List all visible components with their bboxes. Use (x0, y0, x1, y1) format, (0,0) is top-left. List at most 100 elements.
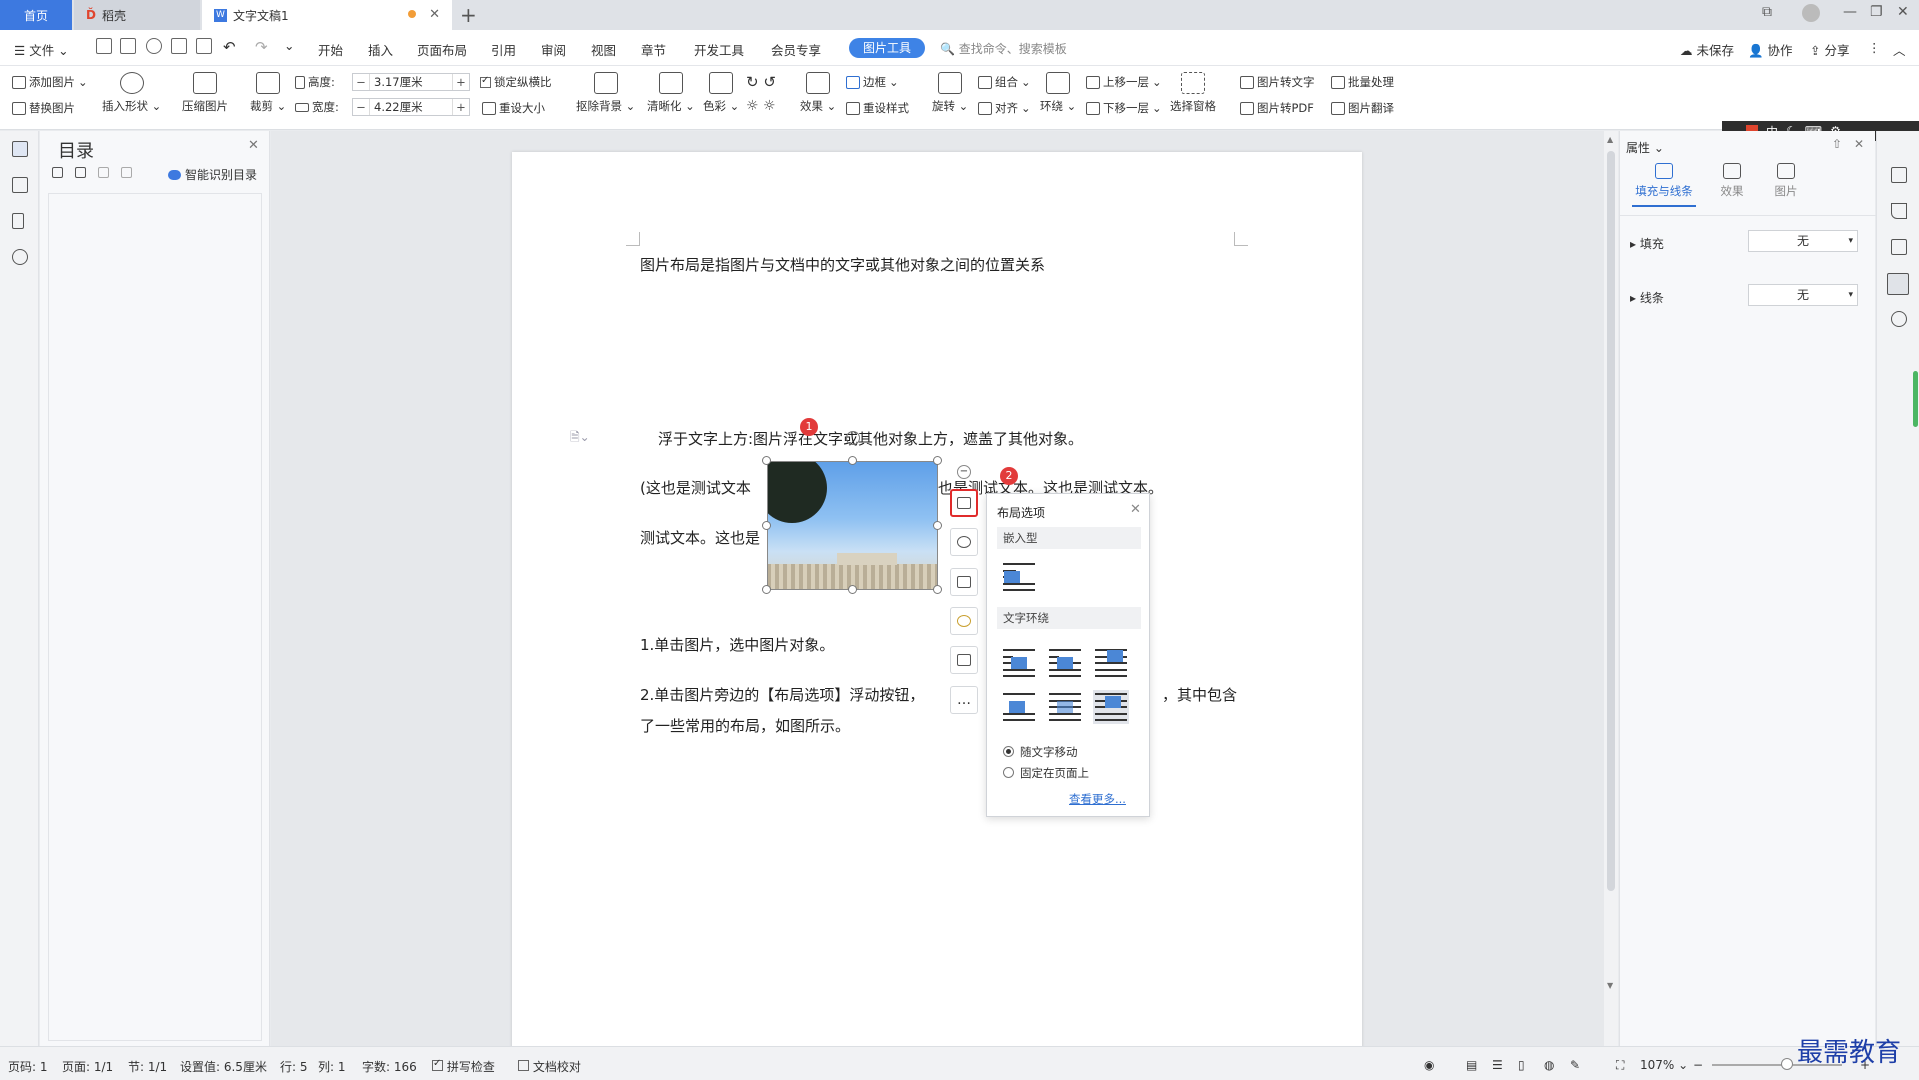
outline-view-icon[interactable]: ☰ (1492, 1058, 1503, 1072)
idea-float-button[interactable] (950, 607, 978, 635)
resize-handle-bl[interactable] (762, 585, 771, 594)
brightness-icon[interactable]: ↻ ↺ (746, 73, 776, 91)
wrap-inline-option[interactable] (1001, 560, 1037, 594)
height-value[interactable]: 3.17厘米 (369, 74, 453, 90)
word-count[interactable]: 字数: 166 (362, 1058, 417, 1075)
resize-handle-tr[interactable] (933, 456, 942, 465)
close-popup-icon[interactable]: ✕ (1130, 502, 1141, 517)
tab-daoke[interactable]: Ď 稻壳 (74, 0, 200, 30)
new-tab-button[interactable]: + (460, 3, 477, 27)
insert-shape-button[interactable]: 插入形状 ⌄ (102, 72, 161, 114)
pic-text-float-button[interactable] (950, 646, 978, 674)
tab-home[interactable]: 首页 (0, 0, 72, 30)
avatar[interactable] (1802, 4, 1820, 22)
layout-options-button[interactable] (950, 489, 978, 517)
select-tool-icon[interactable] (1891, 239, 1907, 255)
collapse-all-icon[interactable] (52, 167, 63, 178)
align-button[interactable]: 对齐 ⌄ (978, 100, 1031, 116)
command-search[interactable]: 🔍 查找命令、搜索模板 (940, 40, 1067, 57)
style-tool-icon[interactable] (1891, 167, 1907, 183)
border-button[interactable]: 边框 ⌄ (846, 74, 899, 90)
wrap-through-option[interactable] (1093, 646, 1129, 680)
spell-check-toggle[interactable]: 拼写检查 (432, 1058, 495, 1075)
more-float-button[interactable]: … (950, 686, 978, 714)
paragraph-2[interactable]: 浮于文字上方:图片浮在文字或其他对象上方，遮盖了其他对象。 (658, 428, 1083, 449)
contrast-icon[interactable]: ☼ ☼ (746, 98, 776, 114)
menu-member[interactable]: 会员专享 (771, 40, 821, 59)
paragraph-7[interactable]: 了一些常用的布局，如图所示。 (640, 715, 850, 736)
crop-float-button[interactable] (950, 568, 978, 596)
chapter-nav-icon[interactable] (12, 177, 28, 193)
collapse-float-icon[interactable]: − (957, 465, 971, 479)
toc-nav-icon[interactable] (12, 141, 28, 157)
menu-developer[interactable]: 开发工具 (694, 40, 744, 59)
tab-document[interactable]: W 文字文稿1 ✕ (202, 0, 452, 30)
lock-ratio-checkbox[interactable]: 锁定纵横比 (480, 74, 552, 90)
pen-tool-icon[interactable] (1891, 203, 1907, 219)
redo-icon[interactable]: ↷ (255, 38, 268, 56)
paragraph-3a[interactable]: (这也是测试文本 (640, 477, 751, 498)
width-stepper[interactable]: −4.22厘米 + (352, 98, 470, 116)
minimize-icon[interactable]: — (1843, 4, 1857, 20)
close-tab-icon[interactable]: ✕ (429, 7, 440, 22)
pin-icon[interactable]: ⇧ (1832, 137, 1842, 151)
reset-style-button[interactable]: 重设样式 (846, 100, 909, 116)
select-pane-button[interactable]: 选择窗格 (1170, 72, 1216, 114)
sharpen-button[interactable]: 清晰化 ⌄ (647, 72, 695, 114)
batch-button[interactable]: 批量处理 (1331, 74, 1394, 90)
paragraph-handle-icon[interactable]: 🗎⌄ (570, 428, 590, 449)
line-select[interactable]: 无 ▾ (1748, 284, 1858, 306)
replace-picture-button[interactable]: 替换图片 (12, 100, 75, 116)
menu-picture-tools[interactable]: 图片工具 (849, 38, 925, 58)
color-button[interactable]: 色彩 ⌄ (703, 72, 739, 114)
fix-on-page-radio[interactable]: 固定在页面上 (1003, 765, 1089, 781)
proofread-button[interactable]: 文档校对 (518, 1058, 581, 1075)
resize-handle-tl[interactable] (762, 456, 771, 465)
wrap-front-option-selected[interactable] (1093, 690, 1129, 724)
zoom-picture-button[interactable] (950, 528, 978, 556)
undo-icon[interactable]: ↶ (223, 38, 236, 56)
add-level-icon[interactable] (98, 167, 109, 178)
menu-view[interactable]: 视图 (591, 40, 616, 59)
new-doc-icon[interactable] (96, 38, 112, 54)
bookmark-icon[interactable] (12, 213, 24, 229)
share-button[interactable]: ⇪ 分享 (1810, 40, 1849, 59)
resize-handle-b[interactable] (848, 585, 857, 594)
close-props-icon[interactable]: ✕ (1854, 137, 1864, 151)
resize-handle-br[interactable] (933, 585, 942, 594)
file-menu[interactable]: ☰ 文件 ⌄ (14, 40, 69, 59)
write-view-icon[interactable]: ✎ (1570, 1058, 1580, 1072)
zoom-out-button[interactable]: − (1693, 1058, 1703, 1072)
fill-section-toggle[interactable]: ▸ 填充 (1630, 235, 1664, 252)
scroll-up-icon[interactable]: ▲ (1607, 135, 1613, 144)
menu-chapter[interactable]: 章节 (641, 40, 666, 59)
menu-start[interactable]: 开始 (318, 40, 343, 59)
format-painter-icon[interactable] (146, 38, 162, 54)
send-backward-button[interactable]: 下移一层 ⌄ (1086, 100, 1162, 116)
paragraph-1[interactable]: 图片布局是指图片与文档中的文字或其他对象之间的位置关系 (640, 254, 1045, 275)
search-icon[interactable] (12, 249, 28, 265)
tab-picture[interactable]: 图片 (1766, 163, 1806, 199)
window-layout-icon[interactable]: ⧉ (1762, 4, 1772, 20)
vertical-scrollbar[interactable]: ▲ ▼ (1604, 131, 1618, 1046)
fit-page-icon[interactable]: ⛶ (1616, 1058, 1624, 1073)
add-picture-button[interactable]: 添加图片 ⌄ (12, 74, 88, 90)
scroll-down-icon[interactable]: ▼ (1607, 981, 1613, 990)
fill-select[interactable]: 无 ▾ (1748, 230, 1858, 252)
wrap-button[interactable]: 环绕 ⌄ (1040, 72, 1076, 114)
help-icon[interactable] (1891, 311, 1907, 327)
web-view-icon[interactable]: ◍ (1544, 1058, 1554, 1072)
pic-to-pdf-button[interactable]: 图片转PDF (1240, 100, 1314, 116)
bring-forward-button[interactable]: 上移一层 ⌄ (1086, 74, 1162, 90)
menu-review[interactable]: 审阅 (541, 40, 566, 59)
print-icon[interactable] (171, 38, 187, 54)
see-more-link[interactable]: 查看更多... (1069, 791, 1126, 807)
resize-handle-l[interactable] (762, 521, 771, 530)
width-value[interactable]: 4.22厘米 (369, 99, 453, 115)
effect-button[interactable]: 效果 ⌄ (800, 72, 836, 114)
close-toc-icon[interactable]: ✕ (248, 138, 259, 153)
wrap-topbottom-option[interactable] (1001, 690, 1037, 724)
group-button[interactable]: 组合 ⌄ (978, 74, 1031, 90)
scroll-thumb[interactable] (1607, 151, 1615, 891)
resize-handle-t[interactable] (848, 456, 857, 465)
